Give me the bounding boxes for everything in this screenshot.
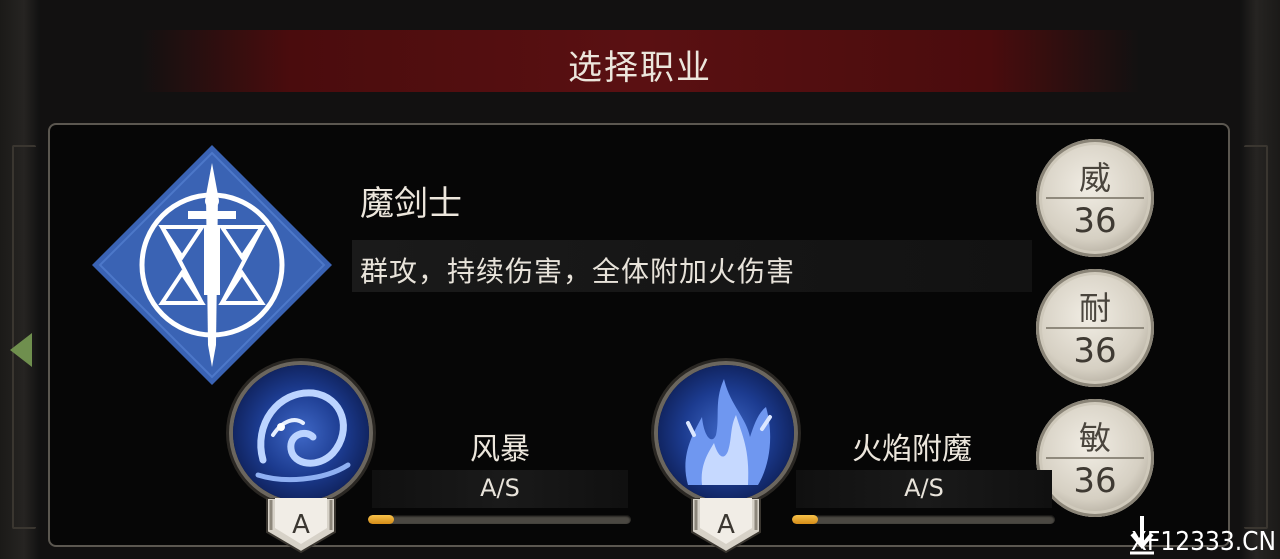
stat-coin-endurance: 耐 36 <box>1036 269 1154 387</box>
stat-value: 36 <box>1073 461 1117 501</box>
class-description: 群攻，持续伤害，全体附加火伤害 <box>360 255 796 288</box>
watermark: XF12333.CN <box>1130 527 1276 557</box>
stat-label: 敏 <box>1078 419 1111 457</box>
skill-rank: A/S <box>904 474 944 502</box>
right-bracket <box>1244 145 1268 529</box>
skill-name: 风暴 <box>470 432 530 467</box>
skill-progress-fill <box>368 515 395 524</box>
stat-label: 耐 <box>1078 289 1111 327</box>
sword-circle-emblem-icon <box>92 145 332 385</box>
skill-name: 火焰附魔 <box>852 432 972 467</box>
class-name: 魔剑士 <box>360 184 462 224</box>
blue-dragon-icon <box>255 389 351 483</box>
skill-progress-fill <box>792 515 819 524</box>
skill-orb-flame-enchant[interactable] <box>658 365 794 501</box>
page-title: 选择职业 <box>568 48 712 88</box>
skill-grade: A <box>292 510 310 540</box>
skill-rank: A/S <box>480 474 520 502</box>
game-screen: 选择职业 魔剑士 群攻，持续伤害，全体附加火伤害 威 36 耐 36 敏 36 <box>0 0 1280 559</box>
skill-grade: A <box>717 510 735 540</box>
blue-flame-icon <box>685 379 772 485</box>
skill-progress-track <box>792 515 1055 524</box>
stat-value: 36 <box>1073 331 1117 371</box>
skill-progress-track <box>368 515 631 524</box>
stat-coin-agility: 敏 36 <box>1036 399 1154 517</box>
skill-orb-storm[interactable] <box>233 365 369 501</box>
stat-label: 威 <box>1078 159 1111 197</box>
stat-coin-power: 威 36 <box>1036 139 1154 257</box>
stat-value: 36 <box>1073 201 1117 241</box>
left-arrow-icon[interactable] <box>10 333 32 367</box>
